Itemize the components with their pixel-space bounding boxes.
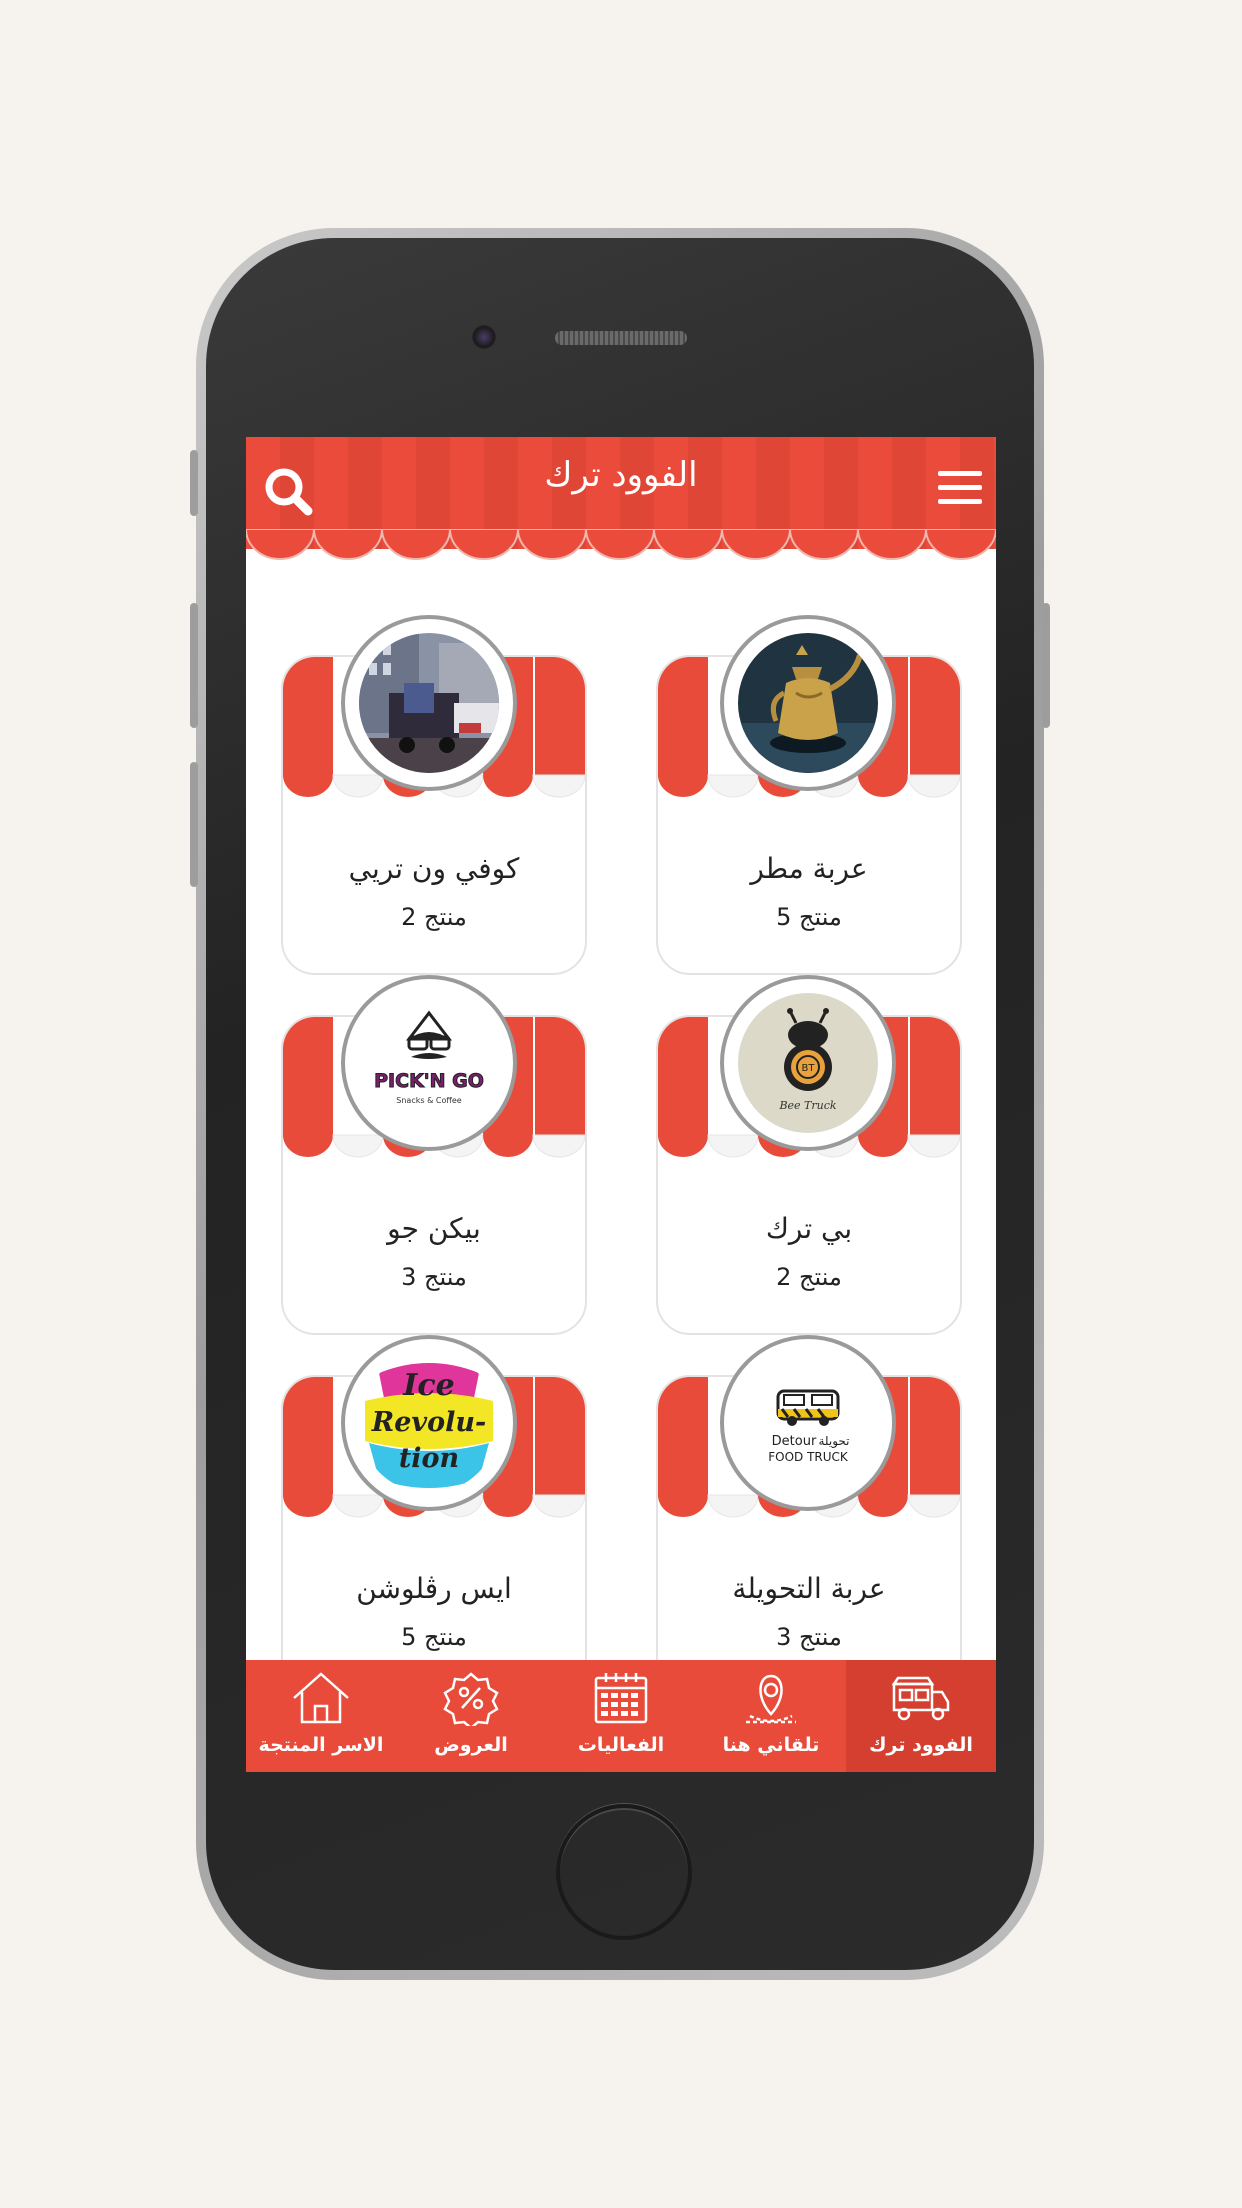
product-count: 3 منتج (776, 1623, 842, 1651)
bee-logo-text: Bee Truck (778, 1099, 836, 1112)
truck-logo: Ice Revolu- tion (341, 1335, 517, 1511)
truck-card-pick-n-go[interactable]: PICK'N GO Snacks & Coffee بيكن جو 3 منتج (281, 975, 587, 1335)
product-count: 3 منتج (401, 1263, 467, 1291)
header-awning-scallops (246, 529, 996, 560)
hamburger-menu-icon (938, 471, 982, 504)
detour-logo-text-ar: تحويلة (818, 1434, 849, 1449)
search-icon (265, 468, 313, 516)
pickngo-logo-subtext: Snacks & Coffee (396, 1096, 461, 1105)
bottom-tab-bar: الفوود ترك تلقاني هنا الفعاليات العروض ا… (246, 1660, 996, 1772)
ice-revolution-logo: Ice Revolu- tion (359, 1353, 499, 1493)
product-count: 2 منتج (401, 903, 467, 931)
tab-label: الاسر المنتجة (258, 1734, 384, 1756)
street-truck-photo (359, 633, 499, 773)
dallah-coffee-pot-photo (738, 633, 878, 773)
detour-food-truck-logo: Detour تحويلة FOOD TRUCK (738, 1353, 878, 1493)
truck-name: كوفي ون تريي (348, 852, 520, 885)
app-screen: الفوود ترك عربة مطر 5 منتج كوفي ون تريي … (246, 437, 996, 1772)
phone-mute-switch (190, 450, 198, 516)
phone-volume-up (190, 603, 198, 728)
menu-button[interactable] (938, 471, 982, 507)
phone-volume-down (190, 762, 198, 887)
product-count: 5 منتج (401, 1623, 467, 1651)
tab-offers[interactable]: العروض (396, 1660, 546, 1772)
truck-card-coffee-one-tree[interactable]: كوفي ون تريي 2 منتج (281, 615, 587, 975)
truck-card-ice-revolution[interactable]: Ice Revolu- tion ايس رڤلوشن 5 منتج (281, 1335, 587, 1695)
ice-logo-line3: tion (399, 1443, 459, 1474)
truck-card-detour[interactable]: Detour تحويلة FOOD TRUCK عربة التحويلة 3… (656, 1335, 962, 1695)
earpiece-speaker (555, 331, 687, 345)
ice-logo-line1: Ice (402, 1368, 454, 1403)
truck-logo: Detour تحويلة FOOD TRUCK (720, 1335, 896, 1511)
truck-card-bee-truck[interactable]: BT Bee Truck بي ترك 2 منتج (656, 975, 962, 1335)
search-button[interactable] (260, 463, 316, 519)
phone-power-button (1042, 603, 1050, 728)
discount-badge-icon (443, 1672, 499, 1726)
tab-label: تلقاني هنا (722, 1734, 820, 1756)
calendar-icon (594, 1673, 648, 1724)
truck-name: بيكن جو (387, 1212, 481, 1245)
tab-events[interactable]: الفعاليات (546, 1660, 696, 1772)
food-truck-icon (891, 1676, 950, 1721)
tab-productive-families[interactable]: الاسر المنتجة (246, 1660, 396, 1772)
location-pin-icon (746, 1674, 796, 1724)
bee-logo-badge: BT (802, 1063, 816, 1074)
truck-logo (341, 615, 517, 791)
home-icon (293, 1672, 349, 1724)
pick-n-go-logo: PICK'N GO Snacks & Coffee (359, 993, 499, 1133)
tab-label: الفعاليات (577, 1734, 665, 1756)
truck-logo (720, 615, 896, 791)
tab-label: العروض (434, 1734, 508, 1756)
truck-name: عربة مطر (750, 852, 868, 885)
ice-logo-line2: Revolu- (371, 1407, 486, 1438)
home-button[interactable] (556, 1804, 692, 1940)
product-count: 5 منتج (776, 903, 842, 931)
truck-name: بي ترك (765, 1212, 853, 1245)
page-title: الفوود ترك (544, 455, 698, 495)
bee-truck-logo: BT Bee Truck (738, 993, 878, 1133)
product-count: 2 منتج (776, 1263, 842, 1291)
truck-logo: BT Bee Truck (720, 975, 896, 1151)
truck-logo: PICK'N GO Snacks & Coffee (341, 975, 517, 1151)
tab-food-trucks[interactable]: الفوود ترك (846, 1660, 996, 1772)
detour-logo-subtext: FOOD TRUCK (768, 1450, 849, 1464)
truck-name: عربة التحويلة (732, 1572, 886, 1605)
tab-find-me-here[interactable]: تلقاني هنا (696, 1660, 846, 1772)
truck-card-matar[interactable]: عربة مطر 5 منتج (656, 615, 962, 975)
tab-label: الفوود ترك (869, 1734, 973, 1756)
front-camera (472, 325, 496, 349)
truck-name: ايس رڤلوشن (356, 1572, 512, 1605)
pickngo-logo-text: PICK'N GO (374, 1070, 484, 1092)
detour-logo-text-en: Detour (772, 1434, 817, 1449)
